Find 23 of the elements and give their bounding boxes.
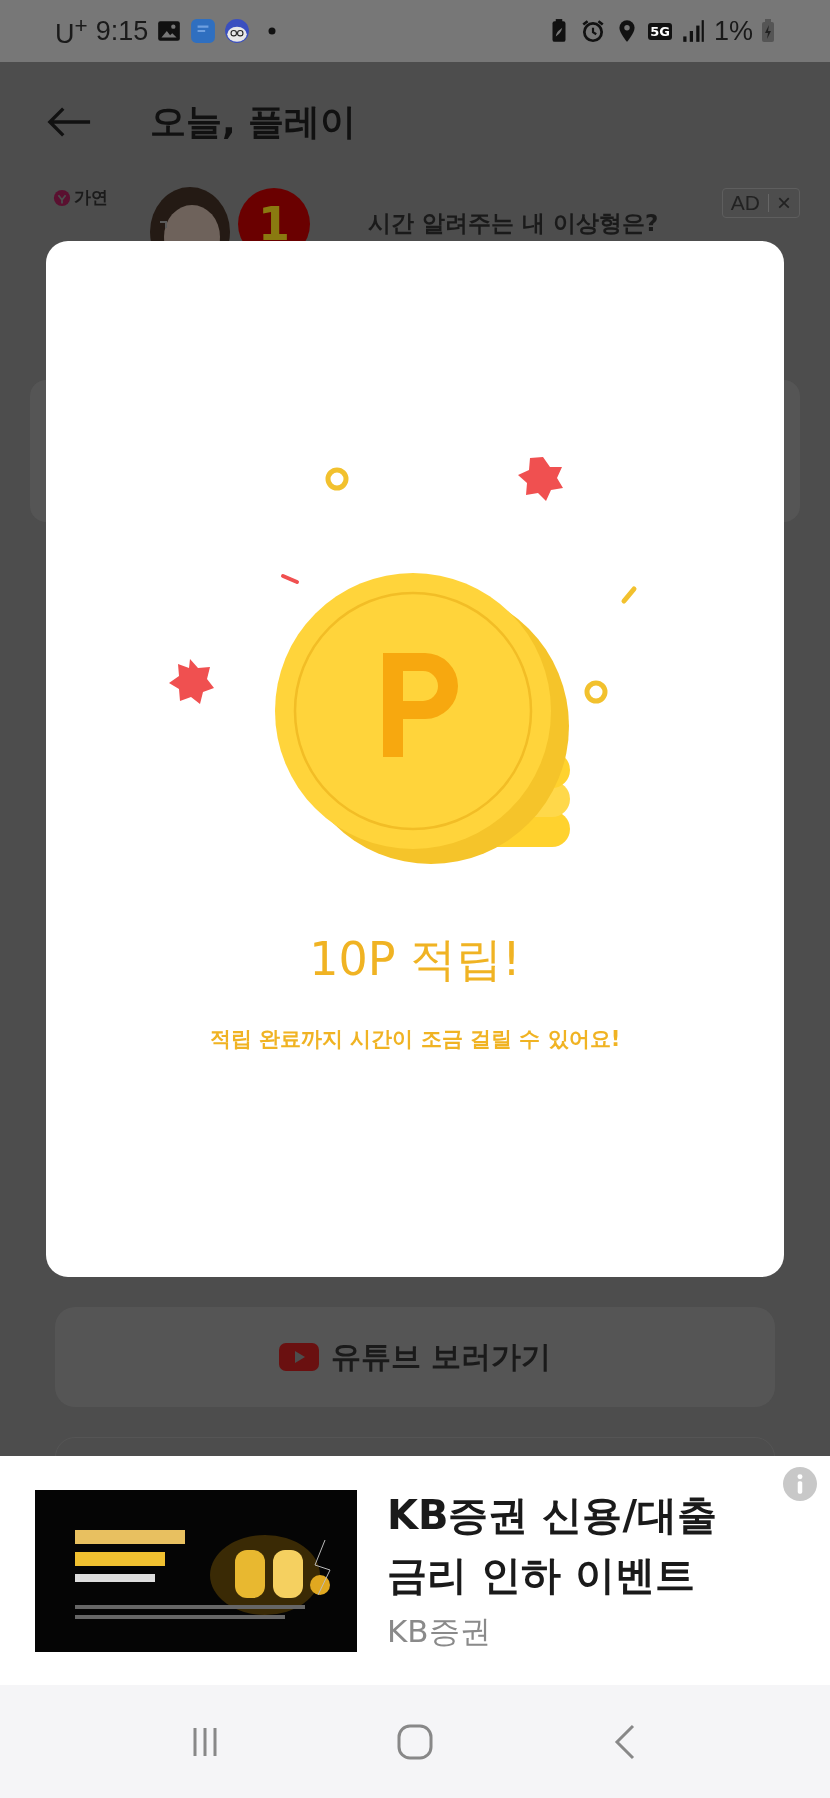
- reward-message: 적립 완료까지 시간이 조금 걸릴 수 있어요!: [209, 1026, 621, 1053]
- info-icon[interactable]: [783, 1467, 817, 1501]
- clock: 9:15: [95, 15, 149, 47]
- character-app-icon: [224, 18, 251, 44]
- app-icon: [190, 18, 217, 44]
- play-icon: [278, 1343, 319, 1371]
- advertiser-name: KB증권: [387, 1611, 492, 1651]
- close-button[interactable]: ×: [777, 191, 791, 215]
- youtube-button-label: 유튜브 보러가기: [330, 1337, 552, 1376]
- battery-percent: 1%: [713, 15, 753, 47]
- ad-title: KB증권 신용/대출: [387, 1490, 718, 1540]
- back-arrow-icon[interactable]: [46, 106, 92, 138]
- brand-logo-icon: [53, 188, 71, 207]
- youtube-button[interactable]: 유튜브 보러가기: [55, 1307, 775, 1407]
- reward-title: 10P 적립!: [309, 931, 521, 988]
- home-icon[interactable]: [397, 1723, 433, 1760]
- battery-charging-icon: [761, 19, 775, 43]
- ad-title: 금리 인하 이벤트: [387, 1550, 696, 1600]
- page-title: 오늘, 플레이: [150, 99, 357, 144]
- network-label: 5G: [648, 22, 672, 40]
- gallery-icon: [156, 18, 183, 44]
- carrier-label: U$^{+}$: [55, 12, 88, 50]
- notification-dot-icon: [268, 27, 277, 35]
